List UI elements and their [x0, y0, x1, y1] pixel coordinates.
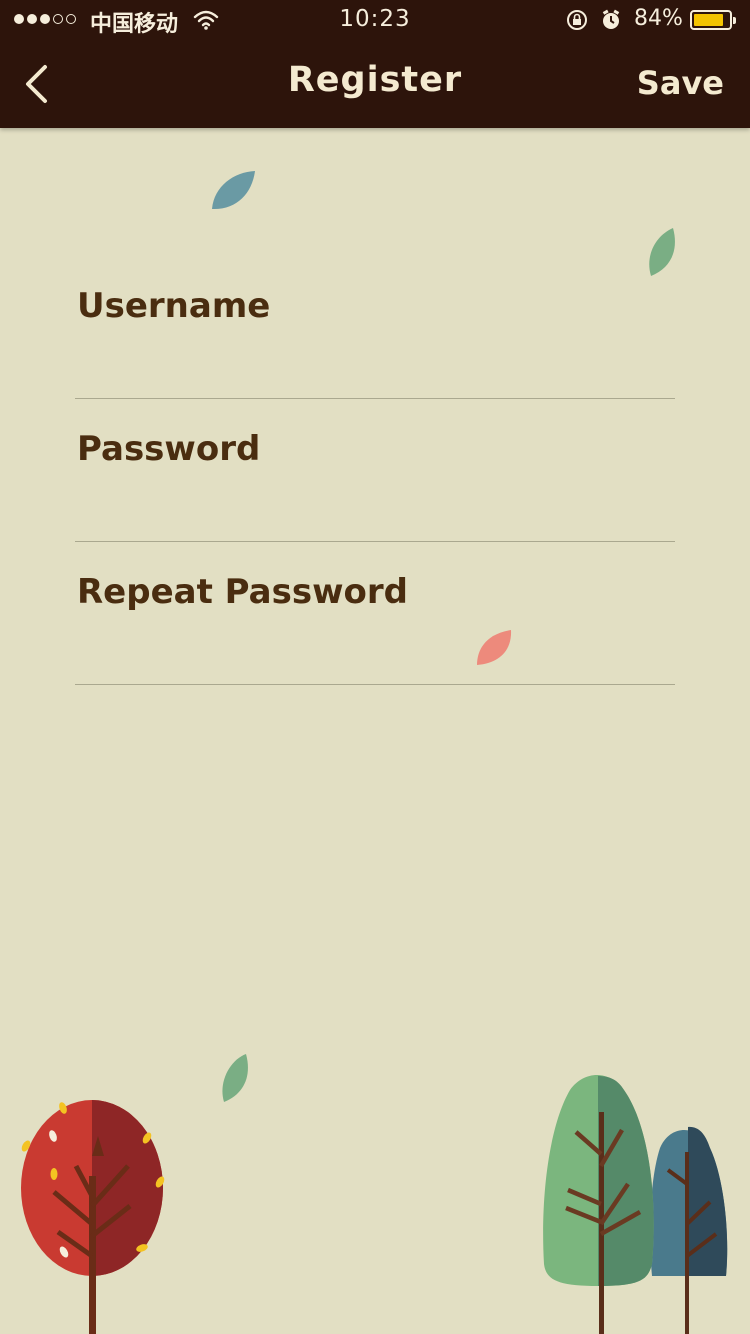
battery-fill	[694, 14, 723, 26]
alarm-icon	[602, 9, 620, 29]
navigation-bar: Register Save	[0, 40, 750, 128]
rotation-lock-icon	[567, 10, 587, 30]
username-input[interactable]	[75, 336, 675, 392]
password-input[interactable]	[75, 479, 675, 535]
register-form: Username Password Repeat Password	[75, 256, 675, 685]
battery-nub	[733, 17, 736, 24]
red-tree-icon	[21, 1100, 165, 1334]
battery-icon	[690, 10, 736, 30]
status-bar: 中国移动 10:23 84%	[0, 0, 750, 40]
repeat-password-input[interactable]	[75, 622, 675, 678]
green-leaf-icon	[649, 228, 675, 276]
username-label: Username	[77, 286, 271, 326]
green-leaf-icon	[222, 1054, 248, 1102]
blue-leaf-icon	[212, 171, 255, 210]
green-blue-trees-icon	[543, 1075, 728, 1334]
save-button[interactable]: Save	[637, 64, 724, 102]
repeat-password-label: Repeat Password	[77, 572, 408, 612]
repeat-password-field: Repeat Password	[75, 542, 675, 685]
top-bar: 中国移动 10:23 84% Register Save	[0, 0, 750, 128]
username-field: Username	[75, 256, 675, 399]
password-label: Password	[77, 429, 261, 469]
password-field: Password	[75, 399, 675, 542]
pink-leaf-icon	[477, 630, 512, 665]
battery-percent: 84%	[634, 6, 683, 31]
